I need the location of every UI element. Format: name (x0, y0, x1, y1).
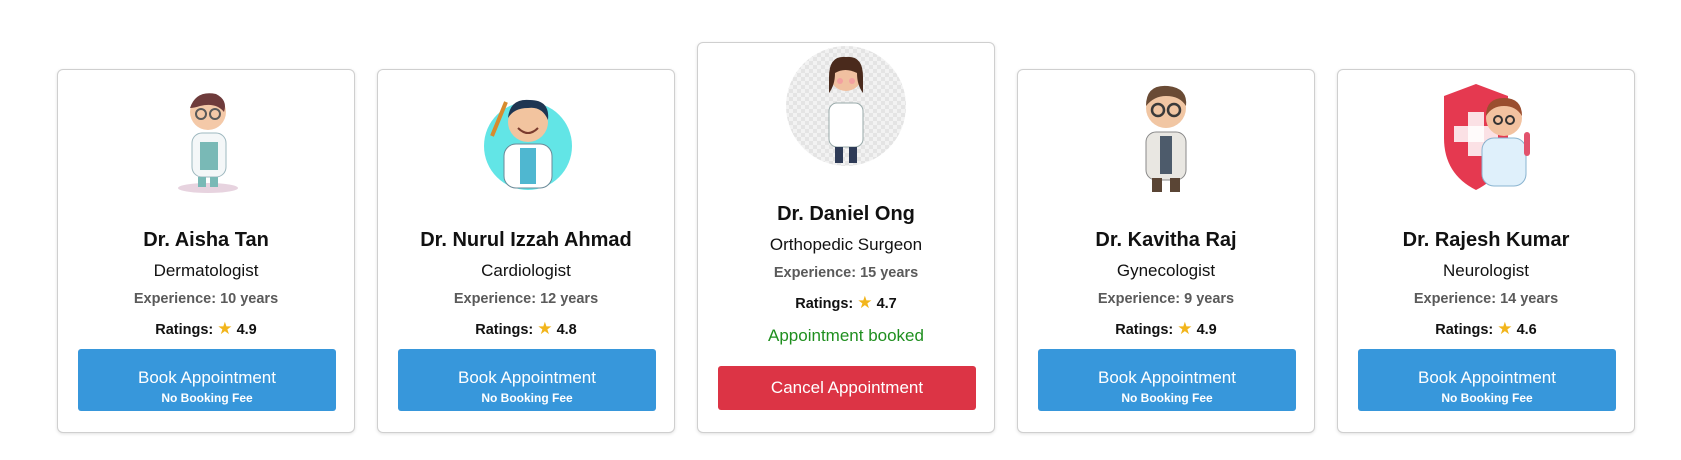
star-icon: ★ (1497, 319, 1513, 338)
doctor-specialty: Neurologist (1443, 261, 1529, 280)
doctor-card: Dr. Daniel Ong Orthopedic Surgeon Experi… (697, 42, 995, 433)
doctor-specialty: Gynecologist (1116, 261, 1216, 280)
doctor-card: Dr. Nurul Izzah Ahmad Cardiologist Exper… (377, 69, 675, 433)
book-appointment-button[interactable]: Book Appointment No Booking Fee (1038, 349, 1296, 411)
appointment-status: Appointment booked (768, 326, 924, 345)
book-appointment-button[interactable]: Book Appointment No Booking Fee (78, 349, 336, 411)
rating-value: 4.9 (1196, 322, 1217, 338)
doctor-rating: Ratings: ★ 4.9 (1018, 319, 1314, 339)
doctor-card: Dr. Kavitha Raj Gynecologist Experience:… (1017, 69, 1315, 433)
book-appointment-button[interactable]: Book Appointment No Booking Fee (1358, 349, 1616, 411)
rating-value: 4.9 (236, 322, 257, 338)
doctor-experience: Experience: 9 years (1097, 291, 1235, 307)
rating-value: 4.8 (556, 322, 577, 338)
doctor-avatar-icon (484, 99, 572, 190)
doctor-name: Dr. Nurul Izzah Ahmad (420, 229, 632, 251)
star-icon: ★ (217, 319, 233, 338)
doctor-avatar-icon (786, 46, 906, 166)
ratings-label: Ratings: (1115, 322, 1174, 338)
no-booking-fee-label: No Booking Fee (481, 390, 573, 405)
doctor-name: Dr. Rajesh Kumar (1402, 229, 1570, 251)
doctor-specialty: Orthopedic Surgeon (769, 235, 923, 254)
doctor-rating: Ratings: ★ 4.7 (698, 293, 994, 313)
book-appointment-label: Book Appointment (1098, 367, 1236, 387)
doctor-avatar-icon (178, 93, 238, 193)
ratings-label: Ratings: (475, 322, 534, 338)
rating-value: 4.6 (1516, 322, 1537, 338)
doctor-experience: Experience: 15 years (773, 265, 919, 281)
doctor-rating: Ratings: ★ 4.9 (58, 319, 354, 339)
book-appointment-label: Book Appointment (458, 367, 596, 387)
no-booking-fee-label: No Booking Fee (1441, 390, 1533, 405)
rating-value: 4.7 (876, 296, 897, 312)
doctor-avatar-icon (1145, 85, 1187, 192)
doctor-experience: Experience: 10 years (133, 291, 279, 307)
doctor-rating: Ratings: ★ 4.6 (1338, 319, 1634, 339)
doctor-name: Dr. Aisha Tan (143, 229, 269, 251)
doctor-avatar-icon (1444, 84, 1530, 190)
ratings-label: Ratings: (795, 296, 854, 312)
cancel-appointment-button[interactable]: Cancel Appointment (718, 366, 976, 410)
doctor-specialty: Dermatologist (153, 261, 259, 280)
book-appointment-label: Book Appointment (138, 367, 276, 387)
doctor-specialty: Cardiologist (481, 261, 571, 280)
doctor-name: Dr. Kavitha Raj (1095, 229, 1237, 251)
doctor-card: Dr. Aisha Tan Dermatologist Experience: … (57, 69, 355, 433)
star-icon: ★ (1177, 319, 1193, 338)
star-icon: ★ (537, 319, 553, 338)
no-booking-fee-label: No Booking Fee (161, 390, 253, 405)
doctor-experience: Experience: 14 years (1413, 291, 1559, 307)
no-booking-fee-label: No Booking Fee (1121, 390, 1213, 405)
doctor-name: Dr. Daniel Ong (777, 203, 915, 225)
ratings-label: Ratings: (1435, 322, 1494, 338)
book-appointment-label: Book Appointment (1418, 367, 1556, 387)
star-icon: ★ (857, 293, 873, 312)
doctor-rating: Ratings: ★ 4.8 (378, 319, 674, 339)
doctor-experience: Experience: 12 years (453, 291, 599, 307)
book-appointment-button[interactable]: Book Appointment No Booking Fee (398, 349, 656, 411)
doctor-card: Dr. Rajesh Kumar Neurologist Experience:… (1337, 69, 1635, 433)
ratings-label: Ratings: (155, 322, 214, 338)
